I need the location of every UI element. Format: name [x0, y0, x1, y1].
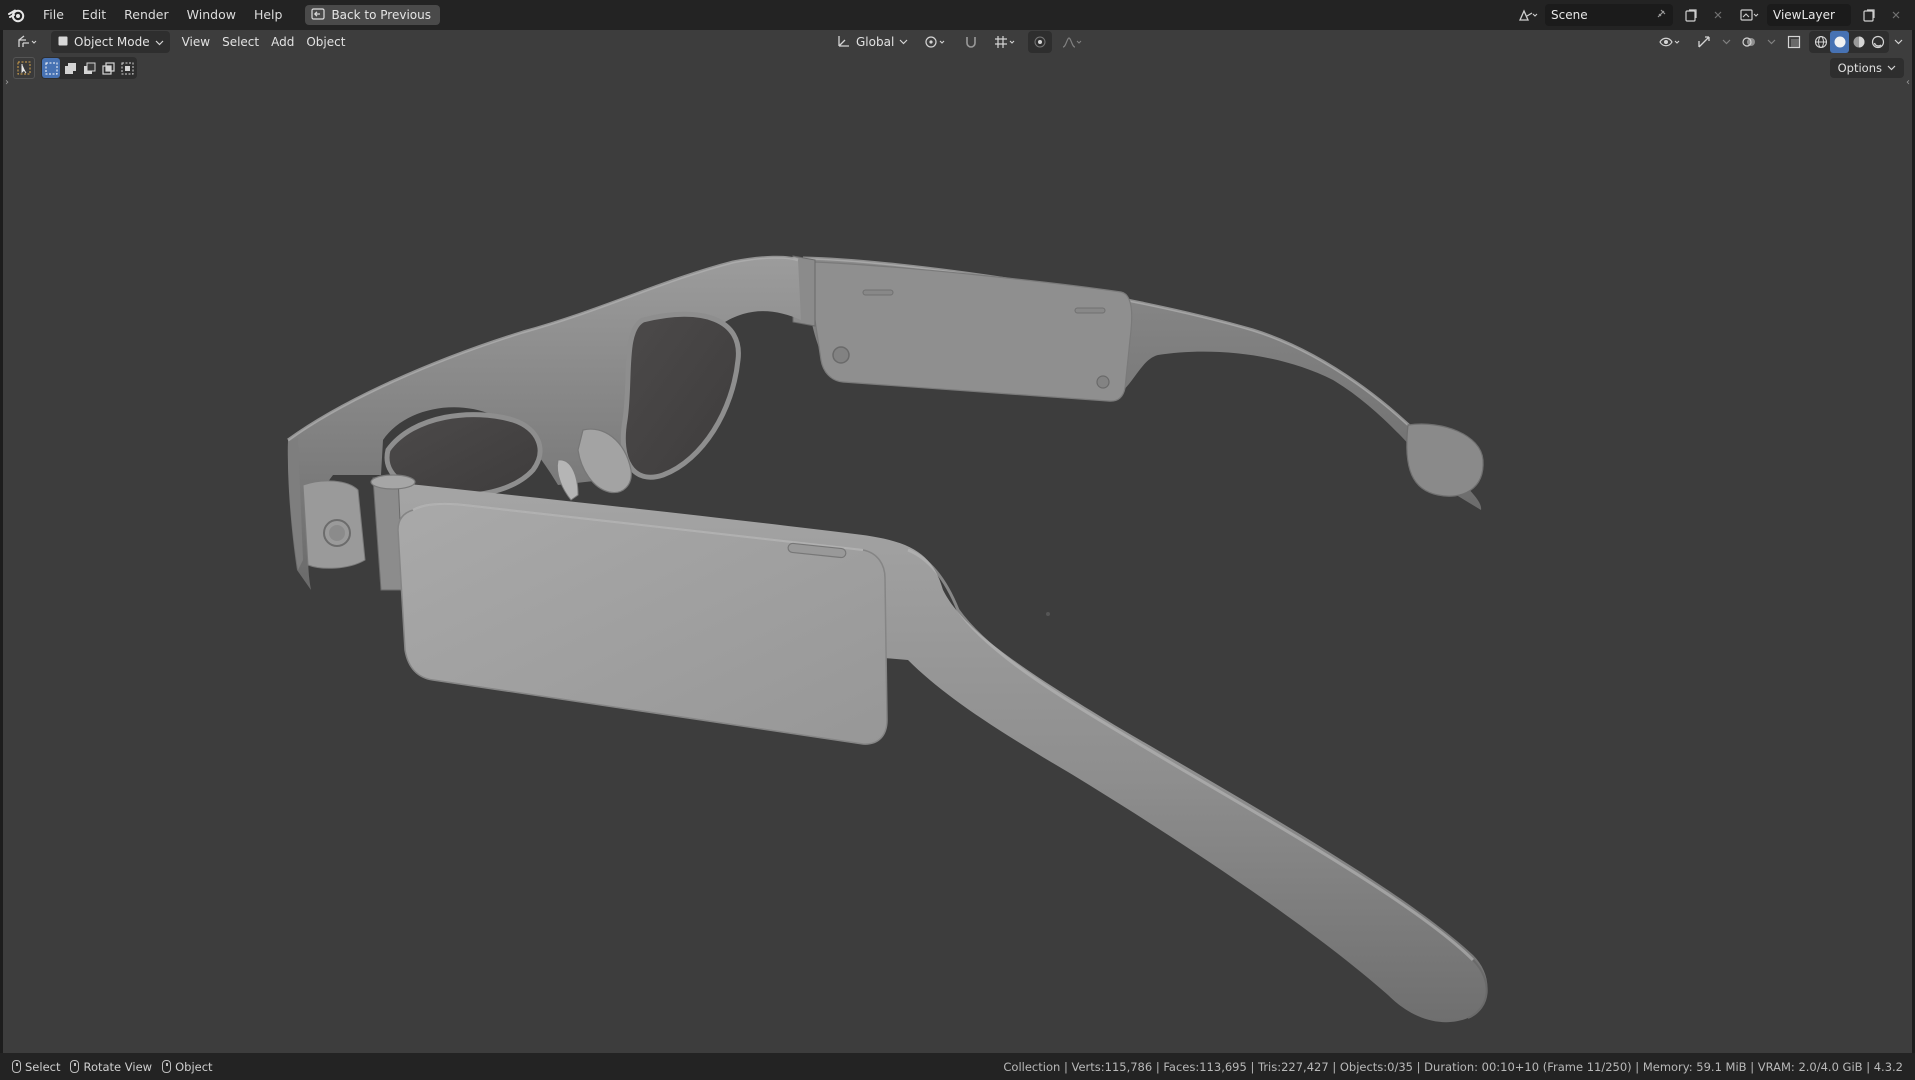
menu-object[interactable]: Object — [300, 31, 351, 53]
selection-mode-group — [41, 57, 137, 79]
xray-toggle-icon[interactable] — [1781, 31, 1807, 53]
menu-render[interactable]: Render — [115, 0, 178, 30]
snap-increment-icon[interactable] — [988, 31, 1024, 53]
tool-settings-row — [13, 57, 137, 79]
select-box-tool-icon[interactable] — [13, 57, 35, 79]
object-mode-dropdown[interactable]: Object Mode — [51, 31, 170, 53]
menu-window[interactable]: Window — [178, 0, 245, 30]
menu-select[interactable]: Select — [216, 31, 265, 53]
middle-mouse-icon — [70, 1060, 80, 1073]
material-preview-icon[interactable] — [1849, 31, 1868, 53]
far-arm-tip — [1406, 423, 1484, 497]
transform-tools: Global — [831, 31, 1090, 53]
scene-icon[interactable] — [1517, 4, 1539, 26]
toolbar-expand-arrow-icon[interactable]: › — [5, 77, 9, 88]
wireframe-shading-icon[interactable] — [1811, 31, 1830, 53]
view-layer-icon[interactable] — [1739, 4, 1761, 26]
chevron-down-icon — [1887, 65, 1896, 71]
transform-orientation-label: Global — [856, 35, 895, 49]
snap-toggle-icon[interactable] — [958, 31, 984, 53]
editor-type-icon[interactable] — [11, 31, 45, 53]
gizmo-icon[interactable] — [1691, 31, 1717, 53]
pivot-point-icon[interactable] — [918, 31, 954, 53]
extend-selection-icon[interactable] — [61, 58, 79, 78]
global-axis-icon — [837, 34, 851, 51]
transform-orientation-dropdown[interactable]: Global — [831, 31, 914, 53]
status-hint-label: Rotate View — [83, 1059, 153, 1074]
viewport-display-tools — [1653, 31, 1906, 53]
menu-edit[interactable]: Edit — [73, 0, 115, 30]
status-hint-object: Object — [162, 1059, 213, 1074]
scene-name: Scene — [1551, 8, 1588, 22]
right-mouse-icon — [162, 1060, 172, 1073]
view-layer-selector[interactable]: ViewLayer — [1767, 4, 1851, 26]
top-menu-bar: File Edit Render Window Help Back to Pre… — [0, 0, 1915, 30]
menu-file[interactable]: File — [34, 0, 73, 30]
3d-viewport[interactable]: Object Mode View Select Add Object Globa… — [3, 30, 1912, 1053]
back-to-previous-button[interactable]: Back to Previous — [305, 5, 440, 25]
options-label: Options — [1837, 61, 1882, 75]
menu-add[interactable]: Add — [265, 31, 300, 53]
sidebar-expand-arrow-icon[interactable]: ‹ — [1906, 77, 1910, 88]
menu-help[interactable]: Help — [245, 0, 292, 30]
menu-view[interactable]: View — [176, 31, 216, 53]
status-hint-label: Object — [175, 1059, 213, 1074]
back-to-previous-icon — [311, 7, 326, 23]
falloff-icon[interactable] — [1056, 31, 1090, 53]
overlays-dropdown-icon[interactable] — [1764, 31, 1779, 53]
far-side-panel — [808, 261, 1133, 402]
chevron-down-icon — [155, 35, 164, 49]
viewport-header: Object Mode View Select Add Object Globa… — [3, 30, 1912, 54]
invert-selection-icon[interactable] — [99, 58, 117, 78]
status-bar: Select Rotate View Object Collection | V… — [0, 1053, 1915, 1080]
left-mouse-icon — [12, 1060, 21, 1073]
shading-dropdown-icon[interactable] — [1891, 31, 1906, 53]
scene-statistics: Collection | Verts:115,786 | Faces:113,6… — [1003, 1059, 1903, 1074]
options-dropdown[interactable]: Options — [1829, 58, 1904, 78]
chevron-down-icon — [899, 39, 908, 45]
back-to-previous-label: Back to Previous — [331, 8, 431, 22]
glasses-model-render[interactable] — [3, 30, 1912, 1053]
gizmo-dropdown-icon[interactable] — [1719, 31, 1734, 53]
new-view-layer-icon[interactable] — [1857, 4, 1879, 26]
set-new-selection-icon[interactable] — [42, 58, 60, 78]
status-hint-select: Select — [12, 1060, 60, 1074]
intersect-selection-icon[interactable] — [118, 58, 136, 78]
scene-selector[interactable]: Scene — [1545, 4, 1673, 26]
subtract-selection-icon[interactable] — [80, 58, 98, 78]
overlays-icon[interactable] — [1736, 31, 1762, 53]
solid-shading-icon[interactable] — [1830, 31, 1849, 53]
close-scene-icon[interactable] — [1707, 4, 1729, 26]
far-lens — [620, 311, 741, 480]
object-mode-icon — [57, 35, 69, 50]
visibility-icon[interactable] — [1653, 31, 1689, 53]
object-mode-label: Object Mode — [74, 35, 150, 49]
blender-logo-icon[interactable] — [0, 0, 34, 30]
rendered-shading-icon[interactable] — [1868, 31, 1887, 53]
close-view-layer-icon[interactable] — [1885, 4, 1907, 26]
shading-mode-group — [1809, 31, 1889, 53]
proportional-edit-icon[interactable] — [1028, 31, 1053, 53]
view-layer-name: ViewLayer — [1773, 8, 1835, 22]
status-hint-rotate-view: Rotate View — [70, 1060, 152, 1074]
pin-icon[interactable] — [1655, 8, 1667, 23]
new-scene-icon[interactable] — [1679, 4, 1701, 26]
status-hint-label: Select — [25, 1059, 61, 1074]
